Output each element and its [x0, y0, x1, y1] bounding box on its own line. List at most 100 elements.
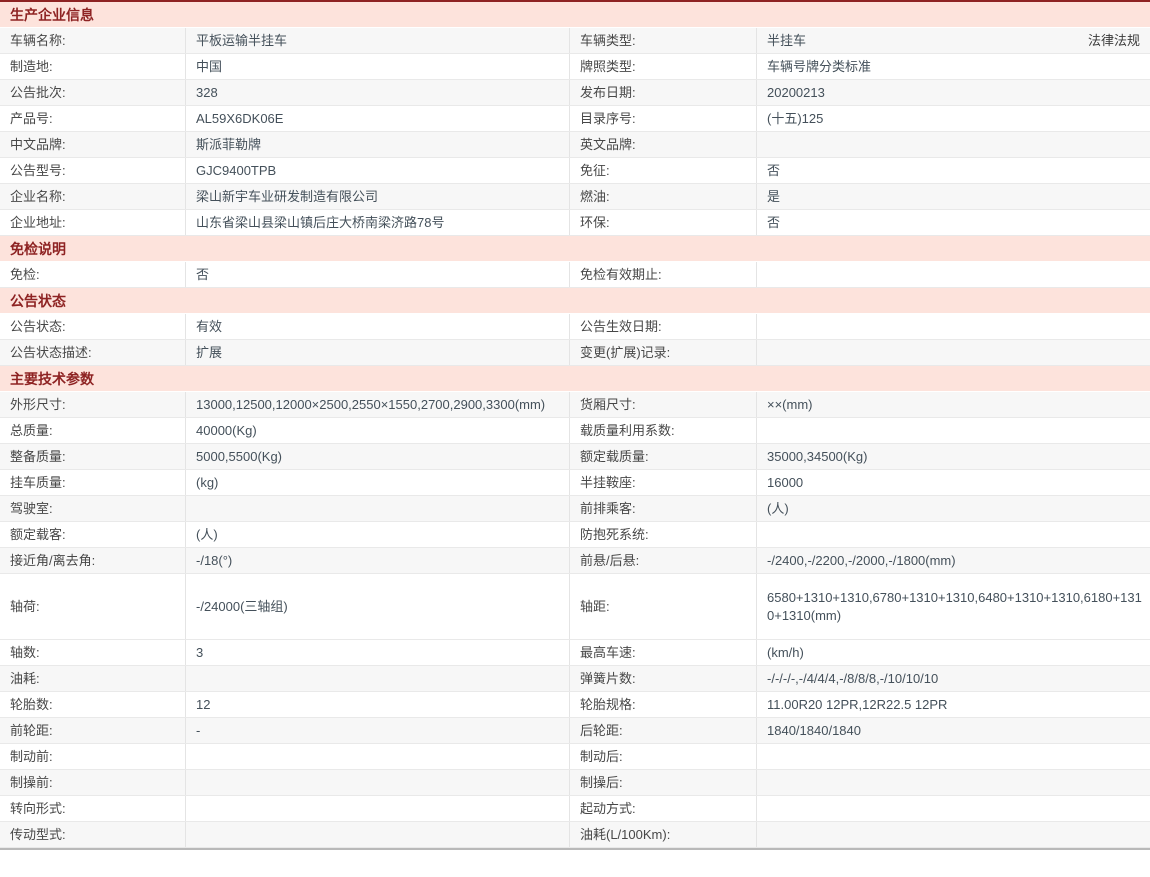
- field-label: 制动前:: [0, 744, 186, 769]
- field-value-cell: [757, 262, 1150, 287]
- field-label: 发布日期:: [570, 80, 757, 105]
- field-label: 公告状态描述:: [0, 340, 186, 365]
- field-value-cell: 车辆号牌分类标准: [757, 54, 1150, 79]
- field-value: 斯派菲勒牌: [196, 136, 261, 154]
- field-value: 扩展: [196, 344, 222, 362]
- table-row: 额定载客: (人) 防抱死系统:: [0, 522, 1150, 548]
- field-label: 轴距:: [570, 574, 757, 639]
- field-value: 1840/1840/1840: [767, 722, 861, 740]
- field-value: 35000,34500(Kg): [767, 448, 867, 466]
- field-label: 前排乘客:: [570, 496, 757, 521]
- field-label: 燃油:: [570, 184, 757, 209]
- field-value: -/-/-/-,-/4/4/4,-/8/8/8,-/10/10/10: [767, 670, 938, 688]
- vehicle-info-page: 生产企业信息车辆名称:平板运输半挂车车辆类型:半挂车法律法规制造地:中国牌照类型…: [0, 0, 1150, 850]
- field-value: ××(mm): [767, 396, 813, 414]
- field-label: 前悬/后悬:: [570, 548, 757, 573]
- field-value-cell: [757, 796, 1150, 821]
- field-value-cell: 扩展: [186, 340, 570, 365]
- table-row: 制动前: 制动后:: [0, 744, 1150, 770]
- field-value: 5000,5500(Kg): [196, 448, 282, 466]
- field-value: 否: [767, 162, 780, 180]
- field-value-cell: 平板运输半挂车: [186, 28, 570, 53]
- field-value: 13000,12500,12000×2500,2550×1550,2700,29…: [196, 396, 545, 414]
- field-value: 有效: [196, 318, 222, 336]
- table-row: 轮胎数:12轮胎规格:11.00R20 12PR,12R22.5 12PR: [0, 692, 1150, 718]
- field-value: 是: [767, 188, 780, 206]
- field-label: 起动方式:: [570, 796, 757, 821]
- section-header: 主要技术参数: [0, 366, 1150, 392]
- field-value-cell: GJC9400TPB: [186, 158, 570, 183]
- field-value: -: [196, 722, 200, 740]
- field-value-cell: -/-/-/-,-/4/4/4,-/8/8/8,-/10/10/10: [757, 666, 1150, 691]
- field-value-cell: 是: [757, 184, 1150, 209]
- field-value: AL59X6DK06E: [196, 110, 283, 128]
- field-label: 制动后:: [570, 744, 757, 769]
- table-row: 企业名称:梁山新宇车业研发制造有限公司燃油:是: [0, 184, 1150, 210]
- field-label: 传动型式:: [0, 822, 186, 847]
- field-value: (km/h): [767, 644, 804, 662]
- field-value-cell: [757, 522, 1150, 547]
- section-header: 公告状态: [0, 288, 1150, 314]
- field-value-cell: 梁山新宇车业研发制造有限公司: [186, 184, 570, 209]
- field-value-cell: 有效: [186, 314, 570, 339]
- field-label: 中文品牌:: [0, 132, 186, 157]
- field-value-cell: 中国: [186, 54, 570, 79]
- field-label: 转向形式:: [0, 796, 186, 821]
- field-value-cell: 3: [186, 640, 570, 665]
- field-label: 公告型号:: [0, 158, 186, 183]
- field-value-cell: [757, 744, 1150, 769]
- field-value: 平板运输半挂车: [196, 32, 287, 50]
- field-label: 防抱死系统:: [570, 522, 757, 547]
- field-label: 后轮距:: [570, 718, 757, 743]
- field-value: -/2400,-/2200,-/2000,-/1800(mm): [767, 552, 956, 570]
- field-value: -/18(°): [196, 552, 232, 570]
- field-value: 20200213: [767, 84, 825, 102]
- field-value: 半挂车: [767, 32, 806, 50]
- field-label: 制操前:: [0, 770, 186, 795]
- field-label: 公告状态:: [0, 314, 186, 339]
- field-label: 免检有效期止:: [570, 262, 757, 287]
- field-value-cell: [186, 666, 570, 691]
- field-value-cell: [186, 822, 570, 847]
- table-row: 总质量:40000(Kg)载质量利用系数:: [0, 418, 1150, 444]
- field-value: 12: [196, 696, 210, 714]
- field-value-cell: 否: [757, 210, 1150, 235]
- field-value: 328: [196, 84, 218, 102]
- field-value: 否: [767, 214, 780, 232]
- field-label: 英文品牌:: [570, 132, 757, 157]
- laws-regulations-link[interactable]: 法律法规: [1088, 32, 1142, 50]
- field-label: 公告生效日期:: [570, 314, 757, 339]
- field-value: (人): [196, 526, 218, 544]
- field-label: 轮胎数:: [0, 692, 186, 717]
- field-value-cell: 16000: [757, 470, 1150, 495]
- field-value-cell: (十五)125: [757, 106, 1150, 131]
- table-row: 车辆名称:平板运输半挂车车辆类型:半挂车法律法规: [0, 28, 1150, 54]
- field-value-cell: 半挂车 法律法规: [757, 28, 1150, 53]
- field-label: 制操后:: [570, 770, 757, 795]
- field-label: 额定载客:: [0, 522, 186, 547]
- field-label: 目录序号:: [570, 106, 757, 131]
- field-label: 环保:: [570, 210, 757, 235]
- field-value: 山东省梁山县梁山镇后庄大桥南梁济路78号: [196, 214, 444, 232]
- field-value-cell: -/24000(三轴组): [186, 574, 570, 639]
- field-value-cell: 40000(Kg): [186, 418, 570, 443]
- table-row: 制操前: 制操后:: [0, 770, 1150, 796]
- field-label: 整备质量:: [0, 444, 186, 469]
- field-value: 梁山新宇车业研发制造有限公司: [196, 188, 378, 206]
- field-value: 16000: [767, 474, 803, 492]
- field-label: 制造地:: [0, 54, 186, 79]
- table-row: 中文品牌: 斯派菲勒牌 英文品牌:: [0, 132, 1150, 158]
- field-value-cell: (km/h): [757, 640, 1150, 665]
- field-value: 车辆号牌分类标准: [767, 58, 871, 76]
- field-label: 货厢尺寸:: [570, 392, 757, 417]
- section-header: 生产企业信息: [0, 2, 1150, 28]
- field-value-cell: [757, 340, 1150, 365]
- field-label: 额定载质量:: [570, 444, 757, 469]
- table-row: 外形尺寸:13000,12500,12000×2500,2550×1550,27…: [0, 392, 1150, 418]
- table-row: 企业地址:山东省梁山县梁山镇后庄大桥南梁济路78号环保:否: [0, 210, 1150, 236]
- field-label: 载质量利用系数:: [570, 418, 757, 443]
- field-value: (人): [767, 500, 789, 518]
- field-value: 中国: [196, 58, 222, 76]
- table-row: 产品号:AL59X6DK06E目录序号:(十五)125: [0, 106, 1150, 132]
- table-row: 制造地:中国牌照类型:车辆号牌分类标准: [0, 54, 1150, 80]
